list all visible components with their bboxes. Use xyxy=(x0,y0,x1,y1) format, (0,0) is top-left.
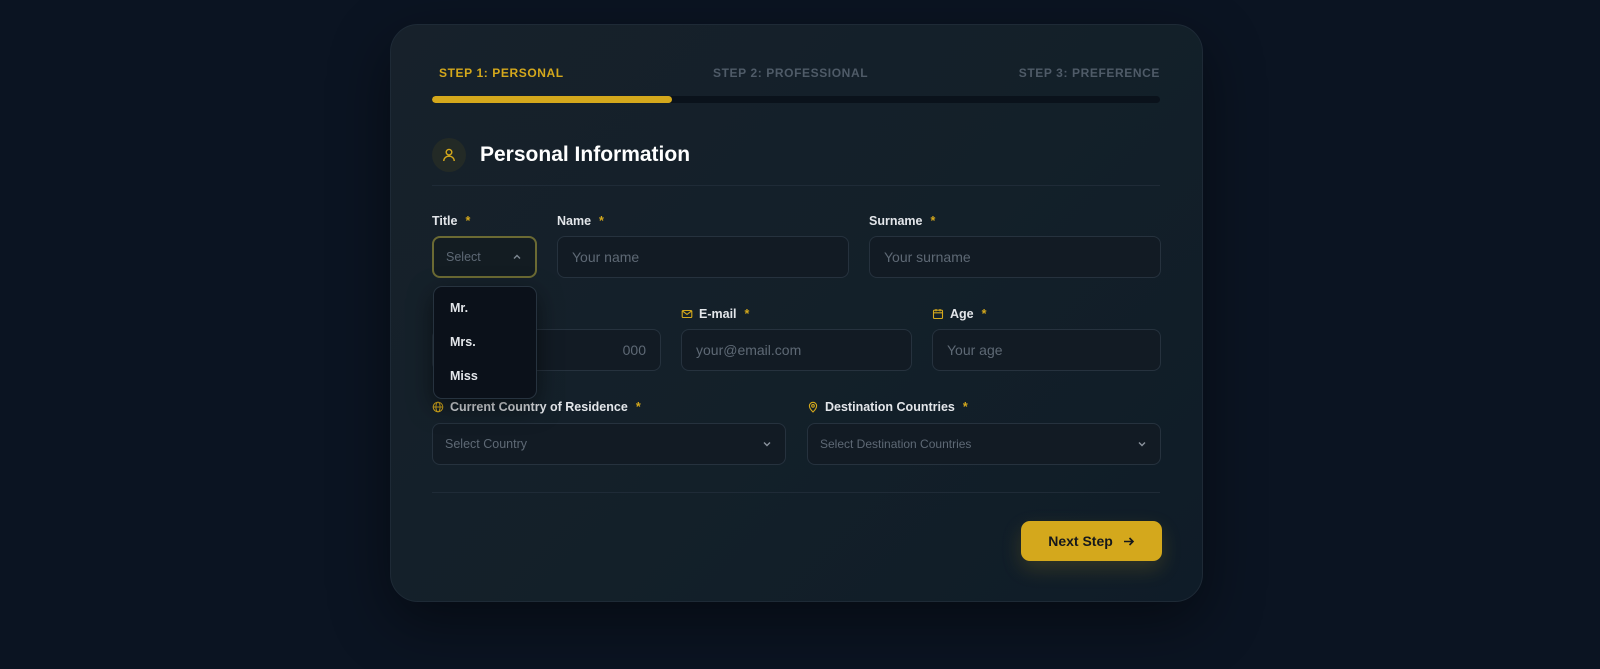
phone-placeholder: 000 xyxy=(622,342,646,358)
title-label-text: Title xyxy=(432,214,458,228)
surname-label: Surname * xyxy=(869,214,935,228)
age-input[interactable]: Your age xyxy=(932,329,1161,371)
required-marker: * xyxy=(744,307,750,321)
title-select-value: Select xyxy=(446,250,481,264)
step-1-label[interactable]: STEP 1: PERSONAL xyxy=(439,66,564,80)
map-pin-icon xyxy=(808,401,818,413)
step-3-label[interactable]: STEP 3: PREFERENCE xyxy=(1019,66,1160,80)
name-label-text: Name xyxy=(557,214,592,228)
mail-icon xyxy=(681,309,693,319)
title-select[interactable]: Select xyxy=(432,236,537,278)
required-marker: * xyxy=(465,214,471,228)
destination-label: Destination Countries * xyxy=(807,400,968,414)
stepper: STEP 1: PERSONAL STEP 2: PROFESSIONAL ST… xyxy=(432,66,1160,86)
email-label: E-mail * xyxy=(681,307,749,321)
name-input[interactable]: Your name xyxy=(557,236,849,278)
name-placeholder: Your name xyxy=(572,249,640,265)
next-step-button[interactable]: Next Step xyxy=(1021,521,1162,561)
progress-fill xyxy=(432,96,673,103)
section-title: Personal Information xyxy=(480,143,691,166)
section-divider xyxy=(432,185,1160,186)
required-marker: * xyxy=(635,400,641,414)
destination-select-value: Select Destination Countries xyxy=(820,437,972,451)
globe-icon xyxy=(432,401,444,413)
arrow-right-icon xyxy=(1123,536,1134,546)
email-label-text: E-mail xyxy=(699,307,737,321)
calendar-icon xyxy=(932,309,944,320)
surname-placeholder: Your surname xyxy=(884,249,971,265)
footer-divider xyxy=(432,492,1160,493)
user-icon xyxy=(432,138,466,172)
country-label-text: Current Country of Residence xyxy=(450,400,628,414)
country-label: Current Country of Residence * xyxy=(432,400,641,414)
progress-bar xyxy=(432,96,1160,103)
dropdown-option-miss[interactable]: Miss xyxy=(434,363,536,397)
dropdown-option-mrs[interactable]: Mrs. xyxy=(434,329,536,363)
age-placeholder: Your age xyxy=(947,342,1003,358)
age-label-text: Age xyxy=(950,307,974,321)
country-select[interactable]: Select Country xyxy=(432,423,786,465)
surname-input[interactable]: Your surname xyxy=(869,236,1161,278)
title-dropdown: Mr. Mrs. Miss xyxy=(433,286,537,399)
required-marker: * xyxy=(599,214,604,228)
email-input[interactable]: your@email.com xyxy=(681,329,912,371)
title-label: Title * xyxy=(432,214,470,228)
country-select-value: Select Country xyxy=(445,437,527,451)
destination-label-text: Destination Countries xyxy=(825,400,955,414)
required-marker: * xyxy=(981,307,987,321)
surname-label-text: Surname xyxy=(869,214,923,228)
chevron-up-icon xyxy=(513,254,521,259)
required-marker: * xyxy=(962,400,968,414)
name-label: Name * xyxy=(557,214,604,228)
chevron-down-icon xyxy=(763,442,771,447)
dropdown-option-mr[interactable]: Mr. xyxy=(434,295,536,329)
email-placeholder: your@email.com xyxy=(696,342,802,358)
chevron-down-icon xyxy=(1138,442,1146,447)
section-header: Personal Information xyxy=(432,137,690,173)
age-label: Age * xyxy=(932,307,987,321)
next-step-label: Next Step xyxy=(1048,533,1113,549)
required-marker: * xyxy=(930,214,936,228)
step-2-label[interactable]: STEP 2: PROFESSIONAL xyxy=(713,66,868,80)
destination-select[interactable]: Select Destination Countries xyxy=(807,423,1161,465)
